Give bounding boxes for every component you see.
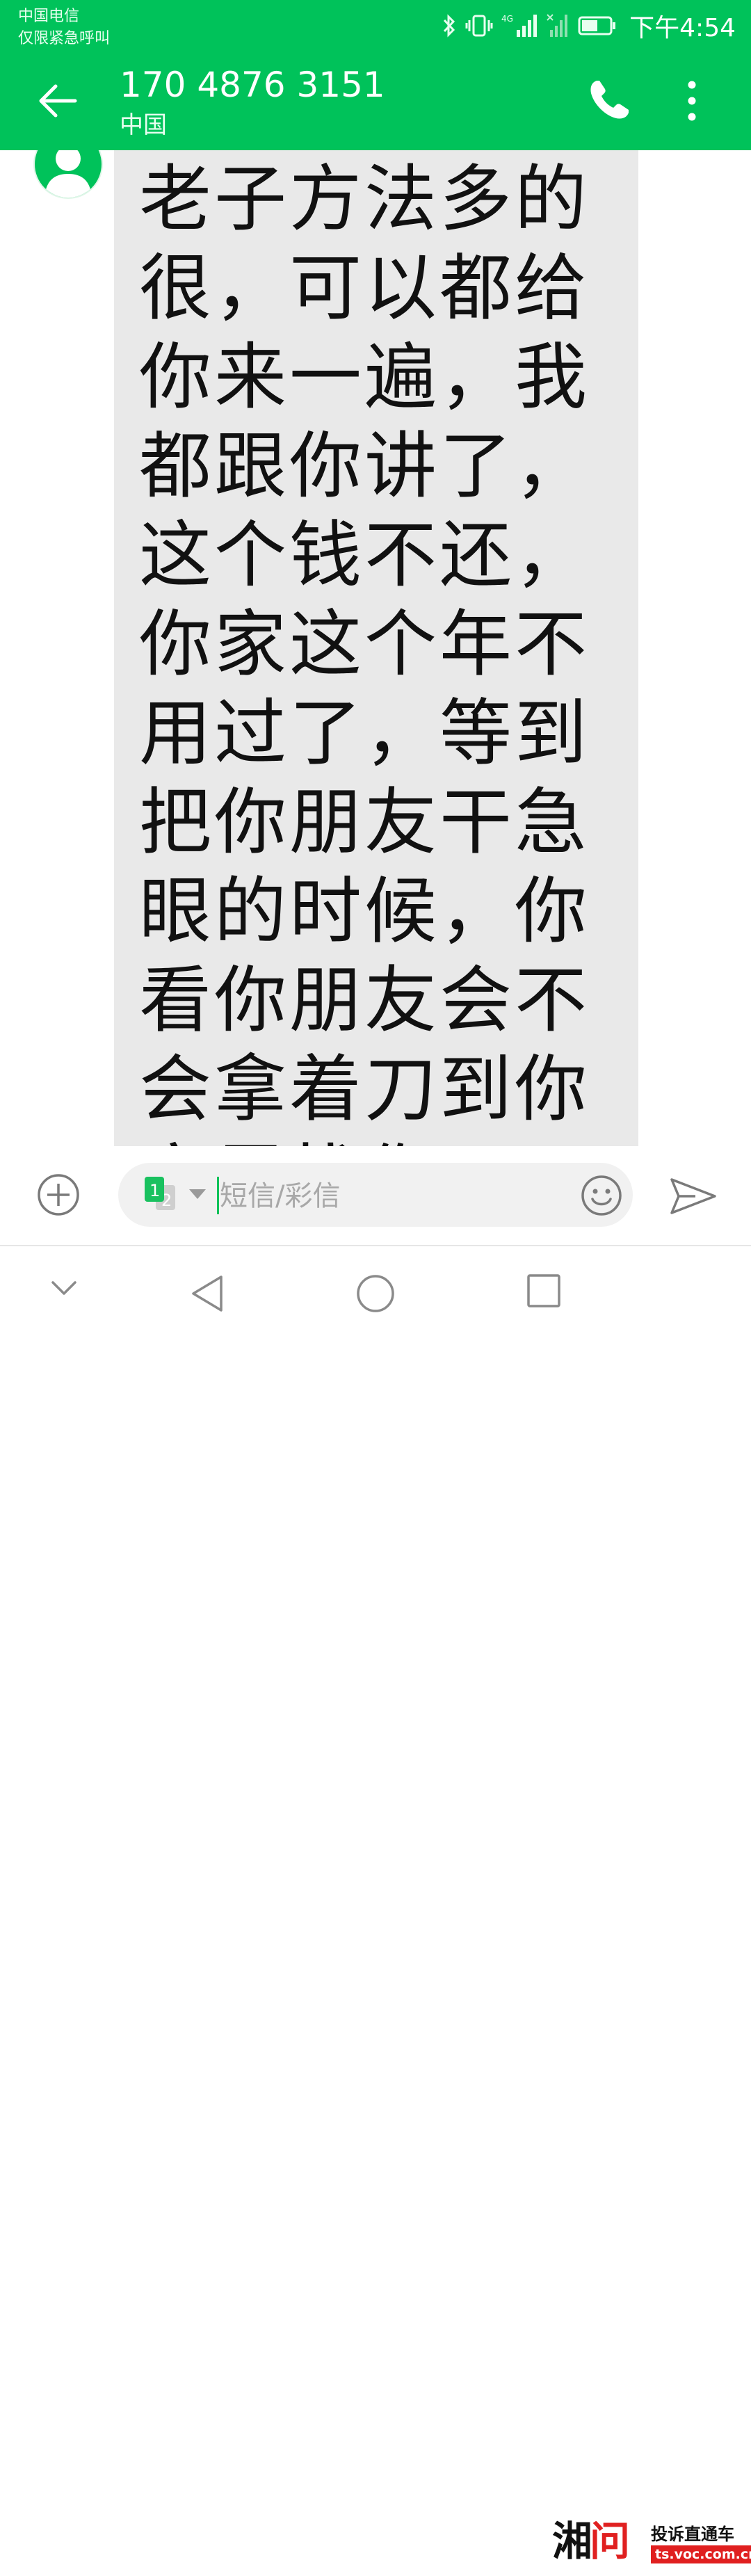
watermark-brand-right: 问 [590, 2518, 630, 2565]
vibrate-icon [465, 15, 493, 37]
bluetooth-icon [444, 14, 455, 38]
add-attachment-button[interactable] [36, 1173, 81, 1217]
emoji-button[interactable] [580, 1174, 623, 1217]
message-input-container[interactable]: 2 1 [118, 1163, 633, 1227]
triangle-back-icon [192, 1275, 223, 1312]
contact-number: 170 4876 3151 [120, 65, 385, 105]
carrier-name: 中国电信 [18, 8, 80, 25]
dual-sim-icon: 2 1 [145, 1177, 175, 1210]
more-vertical-icon [688, 81, 696, 121]
signal-4g-icon: 4G [501, 14, 538, 37]
message-bubble[interactable]: 老子方法多的很，可以都给你来一遍，我都跟你讲了，这个钱不还，你家这个年不用过了，… [114, 150, 638, 1146]
watermark-brand: 湘问 [552, 2513, 630, 2569]
back-button[interactable] [33, 77, 82, 125]
message-thread[interactable]: 老子方法多的很，可以都给你来一遍，我都跟你讲了，这个钱不还，你家这个年不用过了，… [0, 150, 751, 1146]
plus-circle-icon [38, 1174, 79, 1216]
contact-icon [45, 150, 92, 198]
system-navigation-bar: 湘问 投诉直通车 ts.voc.com.cn [0, 1246, 751, 2565]
battery-icon [578, 16, 616, 35]
send-icon [670, 1178, 716, 1214]
smiley-icon [581, 1175, 622, 1216]
watermark-logo: 湘问 投诉直通车 ts.voc.com.cn [552, 2513, 751, 2576]
status-icons: 4G 下午4:54 [442, 10, 736, 42]
sim-selector[interactable]: 2 1 [142, 1175, 184, 1214]
avatar[interactable] [33, 150, 103, 199]
chevron-down-icon[interactable] [189, 1189, 206, 1199]
more-options-button[interactable] [675, 77, 709, 125]
no-signal-icon [547, 14, 568, 37]
call-button[interactable] [584, 75, 634, 125]
square-recents-icon [527, 1274, 560, 1307]
message-input[interactable] [218, 1171, 555, 1221]
contact-location: 中国 [120, 111, 167, 139]
nav-back-button[interactable] [188, 1273, 227, 1314]
nav-recents-button[interactable] [526, 1273, 562, 1309]
app-bar: 170 4876 3151 中国 [0, 53, 751, 150]
carrier-info: 中国电信 仅限紧急呼叫 [18, 6, 110, 50]
sim-primary-label: 1 [150, 1181, 160, 1200]
phone-icon [590, 81, 629, 119]
composer-bar: 2 1 [0, 1146, 751, 1245]
nav-collapse-button[interactable] [49, 1273, 79, 1303]
circle-home-icon [357, 1275, 394, 1312]
send-button[interactable] [668, 1175, 719, 1217]
status-bar: 中国电信 仅限紧急呼叫 4G 下午4:54 [0, 0, 751, 53]
watermark-slogan: 投诉直通车 [651, 2525, 734, 2544]
clock: 下午4:54 [629, 14, 736, 42]
nav-home-button[interactable] [355, 1273, 396, 1314]
chevron-down-icon [51, 1281, 76, 1295]
message-text: 老子方法多的很，可以都给你来一遍，我都跟你讲了，这个钱不还，你家这个年不用过了，… [139, 156, 590, 1146]
emergency-only-label: 仅限紧急呼叫 [18, 30, 111, 47]
network-type-label: 4G [501, 14, 513, 24]
watermark-url: ts.voc.com.cn [651, 2545, 751, 2563]
watermark-brand-left: 湘 [552, 2518, 592, 2565]
arrow-left-icon [39, 84, 77, 118]
